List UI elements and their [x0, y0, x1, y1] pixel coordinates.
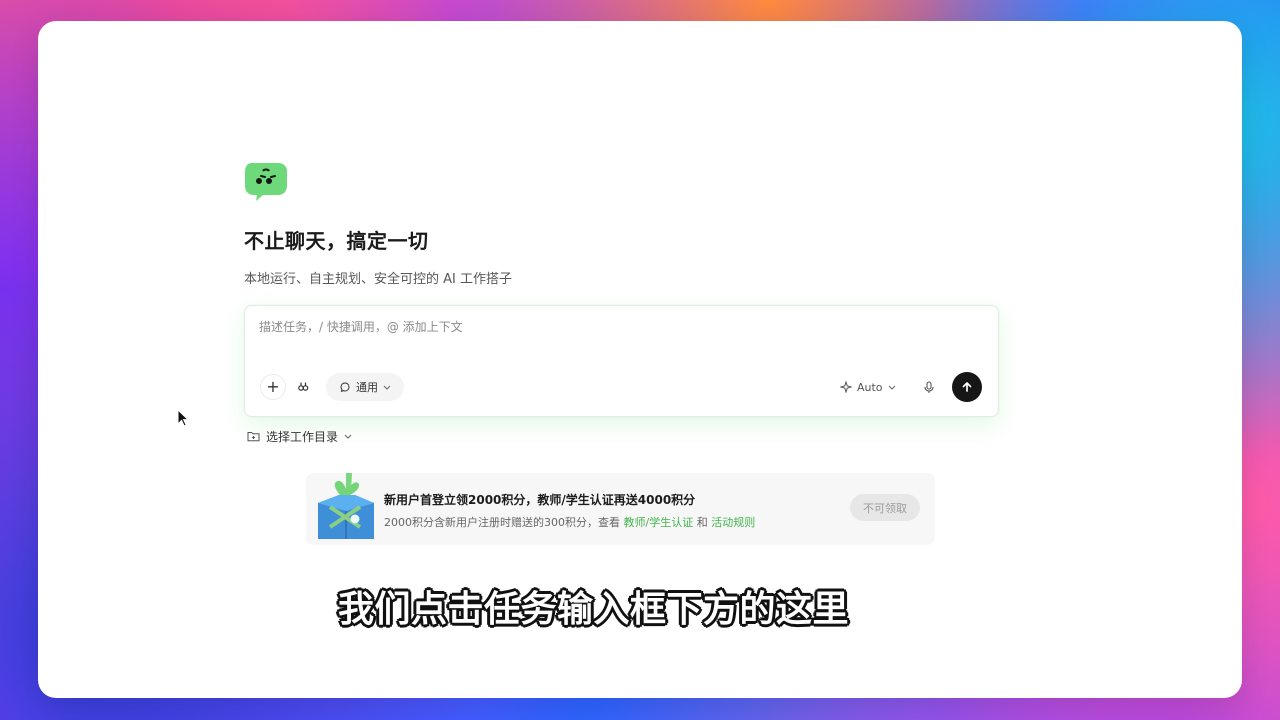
task-toolbar: + 通用 Auto	[260, 372, 986, 402]
mode-selector[interactable]: 通用	[326, 373, 404, 401]
agent-icon	[298, 382, 309, 391]
workspace-label: 选择工作目录	[266, 429, 339, 444]
sparkle-icon	[840, 381, 852, 393]
activity-rules-link[interactable]: 活动规则	[711, 516, 755, 529]
hero-subtitle: 本地运行、自主规划、安全可控的 AI 工作搭子	[244, 272, 512, 287]
chat-bubble-icon	[340, 382, 350, 393]
claim-button[interactable]: 不可领取	[850, 494, 920, 521]
folder-icon	[247, 432, 260, 442]
right-tools: Auto	[840, 372, 986, 402]
chevron-down-icon	[888, 385, 895, 390]
mouse-cursor-icon	[177, 409, 189, 427]
promo-banner: 新用户首登立领2000积分，教师/学生认证再送4000积分 2000积分含新用户…	[306, 473, 935, 545]
microphone-icon	[924, 381, 934, 393]
task-input[interactable]	[257, 319, 981, 335]
mode-label: 通用	[356, 381, 378, 394]
auto-label: Auto	[857, 380, 883, 394]
microphone-button[interactable]	[918, 376, 940, 398]
teacher-student-auth-link[interactable]: 教师/学生认证	[624, 516, 694, 529]
promo-title: 新用户首登立领2000积分，教师/学生认证再送4000积分	[384, 493, 696, 507]
hero-title: 不止聊天，搞定一切	[244, 229, 429, 253]
app-logo	[245, 163, 287, 201]
promo-joiner: 和	[696, 516, 708, 529]
arrow-up-icon	[962, 382, 972, 392]
plus-icon: +	[266, 377, 280, 396]
chevron-down-icon	[383, 385, 391, 390]
agent-button[interactable]	[290, 374, 316, 400]
promo-description: 2000积分含新用户注册时赠送的300积分，查看 教师/学生认证 和 活动规则	[384, 514, 755, 530]
add-button[interactable]: +	[260, 374, 286, 400]
video-caption: 我们点击任务输入框下方的这里	[338, 589, 850, 630]
auto-selector[interactable]: Auto	[840, 376, 896, 398]
gift-box-icon	[318, 473, 374, 539]
workspace-selector[interactable]: 选择工作目录	[247, 427, 352, 445]
promo-desc-prefix: 2000积分含新用户注册时赠送的300积分，查看	[384, 516, 620, 529]
send-button[interactable]	[952, 372, 982, 402]
chevron-down-icon	[344, 434, 352, 439]
task-input-box[interactable]: + 通用	[244, 305, 999, 417]
